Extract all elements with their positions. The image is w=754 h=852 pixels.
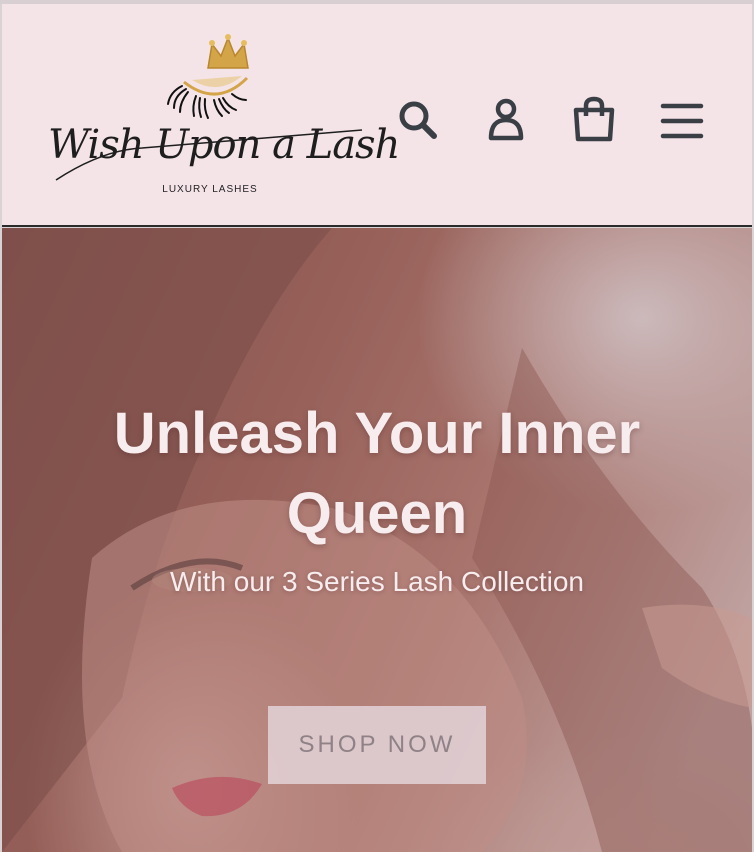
brand-logo[interactable]: Wish Upon a Lash LUXURY LASHES: [42, 30, 400, 205]
hero-banner: Unleash Your Inner Queen With our 3 Seri…: [2, 228, 752, 852]
hero-subtitle: With our 3 Series Lash Collection: [170, 566, 584, 597]
brand-tagline: LUXURY LASHES: [162, 184, 258, 195]
menu-icon[interactable]: [659, 94, 705, 144]
shop-now-button[interactable]: SHOP NOW: [268, 706, 486, 784]
search-icon[interactable]: [394, 94, 440, 144]
brand-name: Wish Upon a Lash: [48, 122, 400, 168]
account-icon[interactable]: [483, 94, 529, 144]
site-header: Wish Upon a Lash LUXURY LASHES: [2, 4, 752, 227]
crown-lash-emblem: [55, 34, 363, 181]
cart-icon[interactable]: [571, 94, 617, 144]
hero-title: Unleash Your Inner Queen: [113, 401, 641, 546]
